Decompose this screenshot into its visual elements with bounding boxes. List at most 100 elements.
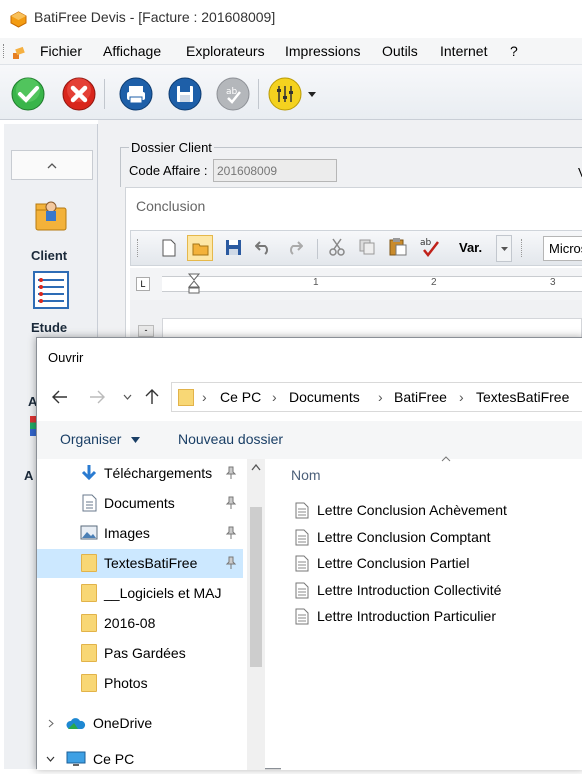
nav-item-documents[interactable]: Documents bbox=[37, 489, 243, 518]
folder-icon bbox=[81, 644, 97, 662]
validate-button[interactable] bbox=[11, 77, 45, 111]
breadcrumb-textesbatifree[interactable]: TextesBatiFree bbox=[476, 389, 569, 405]
nav-client-label[interactable]: Client bbox=[31, 248, 67, 263]
save-button[interactable] bbox=[168, 77, 202, 111]
nav-scrollbar-thumb[interactable] bbox=[250, 507, 262, 667]
menu-affichage[interactable]: Affichage bbox=[103, 43, 161, 59]
nav-item-photos[interactable]: Photos bbox=[37, 669, 243, 698]
breadcrumb-batifree[interactable]: BatiFree bbox=[394, 389, 447, 405]
nav-item-images[interactable]: Images bbox=[37, 519, 243, 548]
toolbar-separator bbox=[258, 79, 259, 109]
chevron-right-icon[interactable] bbox=[48, 719, 54, 728]
menu-internet[interactable]: Internet bbox=[440, 43, 487, 59]
pin-icon[interactable] bbox=[225, 496, 237, 510]
folder-icon bbox=[178, 389, 194, 406]
forward-arrow-icon[interactable] bbox=[89, 390, 105, 404]
computer-icon bbox=[66, 751, 86, 766]
indent-marker-icon[interactable] bbox=[188, 273, 200, 295]
dossier-client-legend: Dossier Client bbox=[129, 140, 214, 155]
chevron-down-icon[interactable] bbox=[131, 437, 140, 443]
variables-button[interactable]: Var. bbox=[459, 240, 482, 255]
recent-locations-chevron-icon[interactable] bbox=[123, 394, 132, 400]
batifree-logo-icon bbox=[10, 11, 27, 28]
menu-impressions[interactable]: Impressions bbox=[285, 43, 360, 59]
settings-sliders-button[interactable] bbox=[268, 77, 302, 111]
pin-icon[interactable] bbox=[225, 526, 237, 540]
variables-dropdown[interactable] bbox=[496, 235, 512, 262]
file-item[interactable]: Lettre Conclusion Achèvement bbox=[293, 498, 582, 524]
file-item[interactable]: Lettre Introduction Collectivité bbox=[293, 578, 582, 604]
menu-explorateurs[interactable]: Explorateurs bbox=[186, 43, 265, 59]
file-item[interactable]: Lettre Conclusion Partiel bbox=[293, 551, 582, 577]
cancel-button[interactable] bbox=[62, 77, 96, 111]
nav-item-logiciels[interactable]: __Logiciels et MAJ bbox=[37, 579, 243, 608]
file-item[interactable]: Lettre Introduction Particulier bbox=[293, 604, 582, 630]
nav-item-2016-08[interactable]: 2016-08 bbox=[37, 609, 243, 638]
address-bar[interactable]: › Ce PC › Documents › BatiFree › TextesB… bbox=[171, 382, 582, 412]
scroll-up-arrow-icon[interactable] bbox=[251, 464, 261, 471]
up-arrow-icon[interactable] bbox=[145, 389, 159, 405]
breadcrumb-documents[interactable]: Documents bbox=[289, 389, 360, 405]
paste-icon[interactable] bbox=[389, 237, 407, 256]
tree-item-onedrive[interactable]: OneDrive bbox=[37, 709, 243, 738]
print-button[interactable] bbox=[119, 77, 153, 111]
client-folder-icon[interactable] bbox=[34, 194, 68, 234]
pin-icon[interactable] bbox=[225, 556, 237, 570]
file-name: Lettre Conclusion Achèvement bbox=[317, 502, 507, 518]
editor-collapse-icon[interactable]: - bbox=[138, 325, 154, 337]
etude-list-icon[interactable] bbox=[32, 270, 70, 310]
text-file-icon bbox=[295, 555, 309, 572]
menu-outils[interactable]: Outils bbox=[382, 43, 418, 59]
nav-partial-label-2[interactable]: A bbox=[24, 468, 33, 483]
spellcheck-icon[interactable]: ab bbox=[419, 236, 441, 258]
nav-scrollbar[interactable] bbox=[247, 459, 265, 770]
tree-item-ce-pc[interactable]: Ce PC bbox=[37, 745, 243, 774]
spellcheck-button-disabled[interactable]: ab bbox=[216, 77, 250, 111]
nav-item-label: Pas Gardées bbox=[104, 645, 186, 661]
redo-icon[interactable] bbox=[287, 239, 303, 255]
menu-fichier[interactable]: Fichier bbox=[40, 43, 82, 59]
nav-item-label: Téléchargements bbox=[104, 465, 213, 481]
dropdown-arrow-icon[interactable] bbox=[308, 92, 316, 97]
menu-app-icon[interactable] bbox=[12, 44, 28, 60]
file-name: Lettre Introduction Collectivité bbox=[317, 581, 502, 598]
font-name-select[interactable]: Micros bbox=[543, 236, 582, 261]
nav-item-pas-gardees[interactable]: Pas Gardées bbox=[37, 639, 243, 668]
copy-icon[interactable] bbox=[359, 239, 375, 255]
pin-icon[interactable] bbox=[225, 466, 237, 480]
breadcrumb-separator: › bbox=[202, 389, 207, 405]
file-item[interactable]: Lettre Conclusion Comptant bbox=[293, 525, 582, 551]
file-list: Nom Lettre Conclusion Achèvement Lettre C… bbox=[281, 456, 582, 770]
nav-item-telechargements[interactable]: Téléchargements bbox=[37, 459, 243, 488]
editor-ruler: L 1 2 3 bbox=[130, 268, 582, 300]
menu-grip[interactable] bbox=[3, 44, 6, 58]
tab-stop-selector[interactable]: L bbox=[136, 277, 150, 291]
organiser-menu[interactable]: Organiser bbox=[60, 431, 121, 447]
menu-help[interactable]: ? bbox=[510, 43, 518, 59]
open-button-active[interactable] bbox=[187, 235, 213, 261]
app-title-bar: BatiFree Devis - [Facture : 201608009] bbox=[0, 0, 582, 38]
ruler-mark-2: 2 bbox=[431, 277, 437, 288]
chevron-down-icon[interactable] bbox=[46, 756, 55, 762]
new-document-icon[interactable] bbox=[161, 239, 177, 257]
breadcrumb-ce-pc[interactable]: Ce PC bbox=[220, 389, 261, 405]
nav-item-label: 2016-08 bbox=[104, 615, 156, 631]
nav-scroll-up-button[interactable] bbox=[11, 150, 93, 180]
column-header-name[interactable]: Nom bbox=[291, 467, 321, 483]
back-arrow-icon[interactable] bbox=[52, 390, 68, 404]
text-file-icon bbox=[295, 529, 309, 545]
code-affaire-field[interactable] bbox=[213, 159, 337, 182]
save-disk-icon[interactable] bbox=[225, 239, 242, 256]
undo-icon[interactable] bbox=[255, 239, 271, 255]
nav-item-textesbatifree[interactable]: TextesBatiFree bbox=[37, 549, 243, 578]
dialog-command-bar: Organiser Nouveau dossier bbox=[37, 421, 582, 459]
cut-scissors-icon[interactable] bbox=[329, 238, 345, 256]
ruler-mark-1: 1 bbox=[313, 277, 319, 288]
new-folder-button[interactable]: Nouveau dossier bbox=[178, 431, 283, 447]
open-file-dialog: Ouvrir › Ce PC › Documents › BatiFree › … bbox=[36, 337, 582, 770]
editor-toolbar: ab Var. Micros bbox=[130, 230, 582, 266]
images-icon bbox=[80, 525, 98, 540]
dossier-client-group: Dossier Client Code Affaire : V bbox=[120, 140, 582, 187]
nav-etude-label[interactable]: Etude bbox=[31, 320, 67, 335]
cut-field-label: V bbox=[578, 165, 582, 180]
